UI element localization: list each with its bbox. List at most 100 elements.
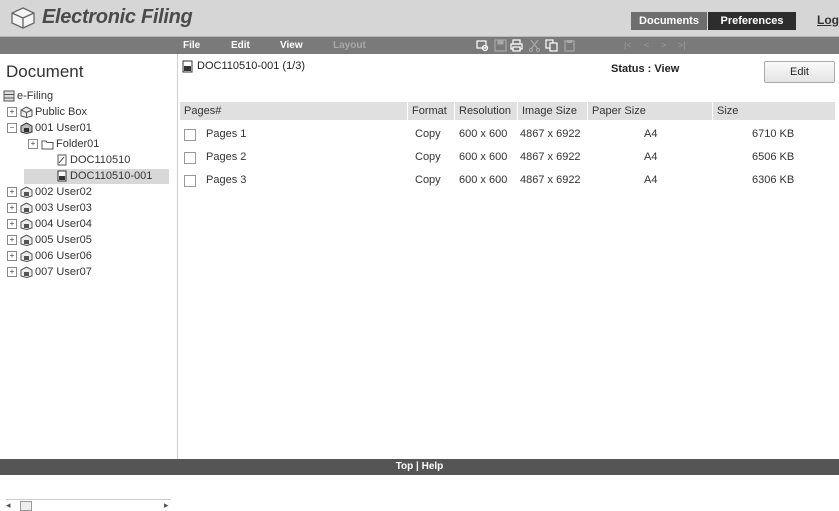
image-size-cell: 4867 x 6922 <box>520 174 581 186</box>
tree-item-label: 005 User05 <box>35 234 92 246</box>
tree-item-user03[interactable]: +003 User03 <box>7 201 92 216</box>
cut-icon <box>529 39 540 52</box>
size-cell: 6710 KB <box>752 128 795 140</box>
menu-layout: Layout <box>333 40 366 51</box>
expand-icon[interactable]: + <box>7 107 17 118</box>
expand-icon[interactable]: + <box>7 219 17 230</box>
app-header: Electronic Filing Documents Preferences … <box>0 0 839 37</box>
table-row[interactable]: Pages 2 Copy 600 x 600 4867 x 6922 A4 65… <box>180 146 835 168</box>
scroll-left-icon[interactable]: ◂ <box>6 500 11 511</box>
logo-icon <box>11 7 35 29</box>
expand-icon[interactable]: + <box>28 139 38 150</box>
status-text: Status : View <box>611 63 680 75</box>
resolution-cell: 600 x 600 <box>459 174 508 186</box>
expand-icon[interactable]: + <box>7 267 17 278</box>
tab-documents[interactable]: Documents <box>631 12 707 30</box>
tree-item-user02[interactable]: +002 User02 <box>7 185 92 200</box>
tree-item-efiling[interactable]: e-Filing <box>3 89 53 104</box>
tree-item-doc110510-001[interactable]: DOC110510-001 <box>24 169 169 184</box>
image-size-cell: 4867 x 6922 <box>520 128 581 140</box>
user-box-icon <box>20 218 33 231</box>
expand-icon[interactable]: + <box>7 187 17 198</box>
tree-item-label: 007 User07 <box>35 266 92 278</box>
tree-item-public-box[interactable]: + Public Box <box>7 105 87 120</box>
page-label: Pages 3 <box>206 174 247 186</box>
user-box-icon <box>20 122 33 135</box>
menu-file[interactable]: File <box>183 37 200 54</box>
column-header-resolution[interactable]: Resolution <box>454 102 517 120</box>
app-title: Electronic Filing <box>42 6 193 28</box>
column-header-size[interactable]: Size <box>712 102 835 120</box>
next-page-icon: > <box>661 40 667 50</box>
format-cell: Copy <box>415 151 441 163</box>
row-checkbox[interactable] <box>184 175 196 187</box>
document-icon <box>57 170 67 182</box>
copy-icon[interactable] <box>545 39 558 52</box>
panel-title: Document <box>6 62 84 81</box>
page-label: Pages 2 <box>206 151 247 163</box>
tree-item-user05[interactable]: +005 User05 <box>7 233 92 248</box>
table-header: Pages# Format Resolution Image Size Pape… <box>180 102 835 120</box>
tree-item-label: Public Box <box>35 106 87 118</box>
column-header-paper-size[interactable]: Paper Size <box>587 102 712 120</box>
image-size-cell: 4867 x 6922 <box>520 151 581 163</box>
column-header-image-size[interactable]: Image Size <box>517 102 587 120</box>
tree-item-doc110510[interactable]: DOC110510 <box>56 153 130 168</box>
cabinet-icon <box>3 90 15 102</box>
format-cell: Copy <box>415 174 441 186</box>
prev-page-icon: < <box>644 40 650 50</box>
view-icon[interactable] <box>476 39 489 52</box>
paper-size-cell: A4 <box>644 128 658 140</box>
expand-icon[interactable]: + <box>7 235 17 246</box>
print-icon[interactable] <box>510 39 523 52</box>
collapse-icon[interactable]: − <box>7 123 17 134</box>
tree-item-user06[interactable]: +006 User06 <box>7 249 92 264</box>
tab-preferences[interactable]: Preferences <box>708 12 796 30</box>
tree-item-label: Folder01 <box>56 138 100 150</box>
tree-item-folder01[interactable]: + Folder01 <box>28 137 99 152</box>
row-checkbox[interactable] <box>184 129 196 141</box>
logout-link[interactable]: Log <box>817 13 839 27</box>
document-title: DOC110510-001 (1/3) <box>197 60 306 72</box>
scroll-right-icon[interactable]: ▸ <box>164 500 169 511</box>
last-page-icon: >| <box>678 40 686 50</box>
folder-icon <box>41 140 54 150</box>
footer-links[interactable]: Top | Help <box>0 459 839 475</box>
expand-icon[interactable]: + <box>7 251 17 262</box>
menu-edit[interactable]: Edit <box>231 37 250 54</box>
footer: Top | Help <box>0 459 839 475</box>
column-header-pages[interactable]: Pages# <box>180 102 407 120</box>
resolution-cell: 600 x 600 <box>459 151 508 163</box>
tree-item-label: 001 User01 <box>35 122 92 134</box>
paper-size-cell: A4 <box>644 174 658 186</box>
tree-item-label: e-Filing <box>17 90 54 102</box>
menu-bar: File Edit View Layout |< < > >| <box>0 37 839 54</box>
menu-view[interactable]: View <box>280 37 303 54</box>
resolution-cell: 600 x 600 <box>459 128 508 140</box>
tree-panel: Document e-Filing + Public Box − 001 User0… <box>0 54 178 511</box>
table-row[interactable]: Pages 1 Copy 600 x 600 4867 x 6922 A4 67… <box>180 123 835 145</box>
paste-icon <box>564 40 575 52</box>
tree-item-user07[interactable]: +007 User07 <box>7 265 92 280</box>
expand-icon[interactable]: + <box>7 203 17 214</box>
row-checkbox[interactable] <box>184 152 196 164</box>
scroll-thumb[interactable] <box>20 501 32 511</box>
tree-item-label: 006 User06 <box>35 250 92 262</box>
table-row[interactable]: Pages 3 Copy 600 x 600 4867 x 6922 A4 63… <box>180 169 835 191</box>
format-cell: Copy <box>415 128 441 140</box>
horizontal-scrollbar[interactable]: ◂ ▸ <box>6 499 171 511</box>
tree-item-label: DOC110510 <box>70 154 131 166</box>
document-icon <box>182 60 193 73</box>
column-header-format[interactable]: Format <box>407 102 454 120</box>
box-icon <box>20 106 33 119</box>
tree-item-label: 004 User04 <box>35 218 92 230</box>
size-cell: 6506 KB <box>752 151 795 163</box>
tree-item-user01[interactable]: − 001 User01 <box>7 121 92 136</box>
paper-size-cell: A4 <box>644 151 658 163</box>
tree-item-label: DOC110510-001 <box>70 170 153 182</box>
document-icon <box>57 154 67 166</box>
edit-button[interactable]: Edit <box>764 61 835 83</box>
tree-item-user04[interactable]: +004 User04 <box>7 217 92 232</box>
tree-item-label: 002 User02 <box>35 186 92 198</box>
save-icon <box>494 39 507 52</box>
